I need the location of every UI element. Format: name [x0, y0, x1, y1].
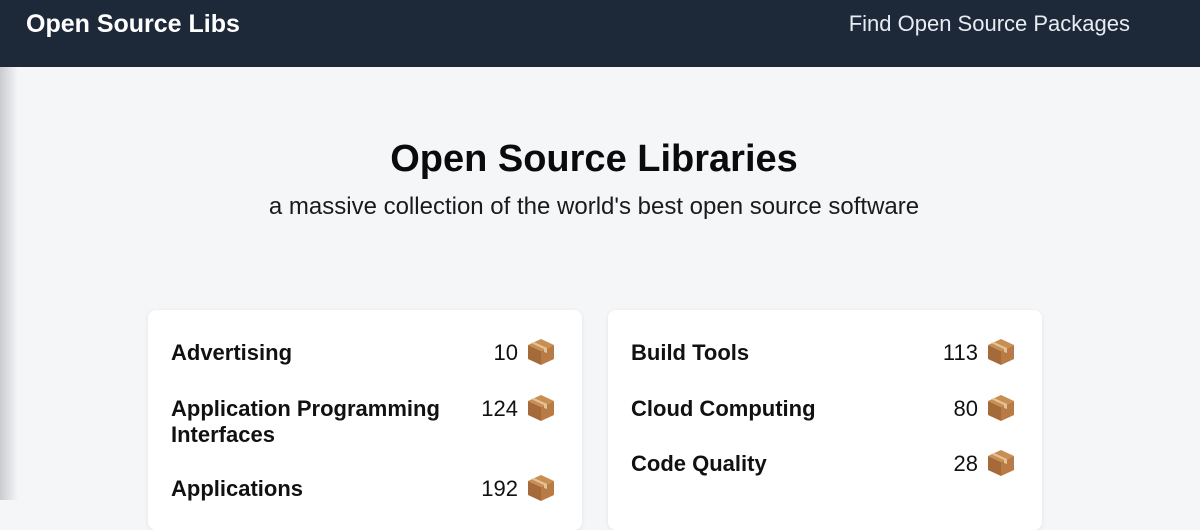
- category-count: 124: [481, 396, 518, 421]
- package-box-icon: [528, 395, 554, 421]
- package-box-icon: [988, 450, 1014, 476]
- category-name: Cloud Computing: [631, 396, 816, 421]
- page-title: Open Source Libraries: [390, 138, 798, 180]
- category-name: Application Programming Interfaces: [171, 396, 440, 447]
- package-box-icon: [988, 395, 1014, 421]
- package-box-icon: [528, 475, 554, 501]
- category-count-group: 113: [942, 339, 1016, 367]
- category-count: 80: [953, 396, 978, 421]
- category-row-build-tools[interactable]: Build Tools 113: [631, 339, 1016, 367]
- site-brand-link[interactable]: Open Source Libs: [26, 10, 240, 39]
- category-row-advertising[interactable]: Advertising 10: [171, 339, 556, 367]
- page-subtitle: a massive collection of the world's best…: [268, 193, 920, 220]
- category-count-group: 192: [481, 475, 556, 503]
- category-row-apis[interactable]: Application Programming Interfaces 124: [171, 395, 556, 448]
- category-name: Build Tools: [631, 340, 750, 365]
- package-box-icon: [988, 339, 1014, 365]
- category-card-right: Build Tools 113 Cloud Computing 80 Code …: [608, 310, 1042, 530]
- top-navbar: Open Source Libs Find Open Source Packag…: [0, 0, 1200, 67]
- category-name: Advertising: [171, 340, 293, 365]
- category-count: 10: [493, 340, 518, 365]
- category-row-code-quality[interactable]: Code Quality 28: [631, 450, 1016, 478]
- category-row-cloud-computing[interactable]: Cloud Computing 80: [631, 395, 1016, 423]
- category-card-left: Advertising 10 Application Programming I…: [148, 310, 582, 530]
- category-row-applications[interactable]: Applications 192: [171, 475, 556, 503]
- category-count: 28: [953, 451, 978, 476]
- category-name: Code Quality: [631, 451, 767, 476]
- category-name: Applications: [171, 476, 304, 501]
- category-count-group: 80: [953, 395, 1016, 423]
- left-edge-shadow: [0, 67, 18, 500]
- category-count: 192: [481, 476, 518, 501]
- category-count-group: 10: [493, 339, 556, 367]
- find-packages-link[interactable]: Find Open Source Packages: [849, 11, 1130, 37]
- category-count-group: 28: [953, 450, 1016, 478]
- package-box-icon: [528, 339, 554, 365]
- category-count: 113: [942, 340, 978, 365]
- category-count-group: 124: [481, 395, 556, 423]
